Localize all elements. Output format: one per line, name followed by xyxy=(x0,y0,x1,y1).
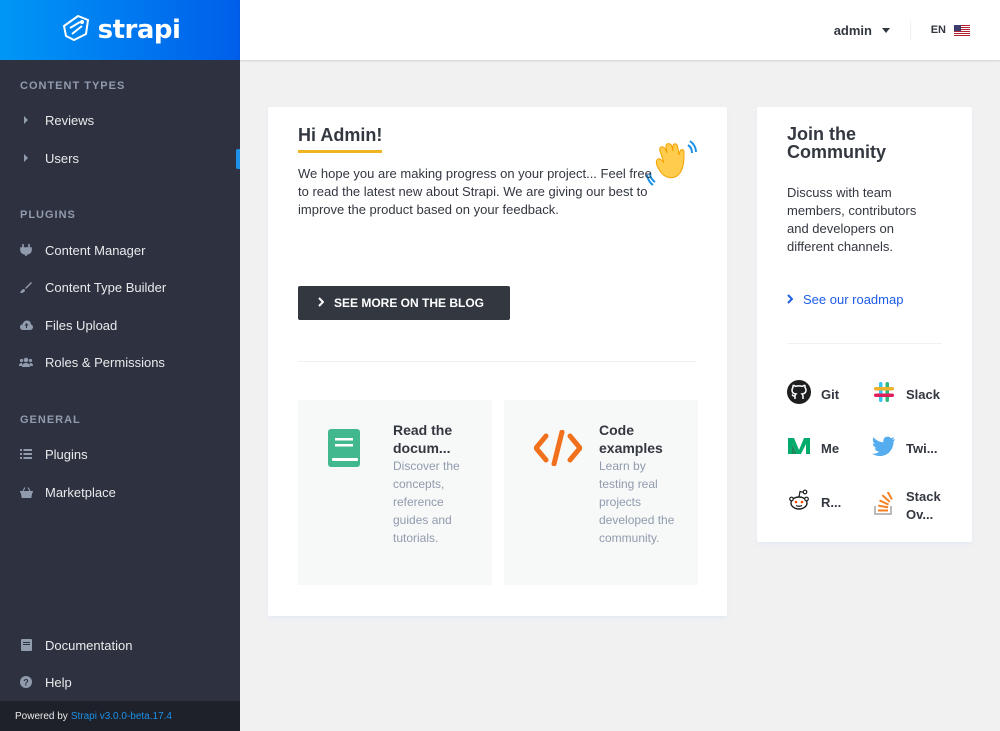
user-name: admin xyxy=(833,22,872,38)
reddit-label: R... xyxy=(821,494,842,510)
twitter-icon xyxy=(872,434,896,463)
cloud-upload-icon xyxy=(19,320,33,330)
language-code: EN xyxy=(930,24,946,36)
content-types-section-title: Content Types xyxy=(20,80,126,92)
code-examples-tile-description: Learn by testing real projects developed… xyxy=(599,459,675,545)
sidebar-item-marketplace[interactable]: Marketplace xyxy=(0,477,240,507)
sidebar-item-label: Reviews xyxy=(45,112,95,128)
welcome-card: Hi Admin! We hope you are making progres… xyxy=(268,107,727,616)
section-divider xyxy=(298,361,697,362)
community-title: Join the Community xyxy=(787,124,886,162)
version-link[interactable]: Strapi v3.0.0-beta.17.4 xyxy=(71,711,172,722)
blog-button-label: SEE MORE ON THE BLOG xyxy=(334,296,485,310)
brand-name: strapi xyxy=(97,15,181,45)
plug-icon xyxy=(19,244,33,256)
sidebar-item-help[interactable]: ? Help xyxy=(0,667,240,697)
sidebar-item-label: Help xyxy=(45,674,72,690)
user-menu-dropdown[interactable]: admin xyxy=(834,0,890,60)
docs-tile[interactable]: Read the docum... Discover the concepts,… xyxy=(298,400,492,585)
medium-label: Me xyxy=(821,440,840,456)
stackoverflow-link[interactable]: Stack Ov... xyxy=(872,488,946,524)
header-divider xyxy=(910,20,911,40)
sidebar-item-content-type-builder[interactable]: Content Type Builder xyxy=(0,272,240,302)
us-flag-icon xyxy=(954,24,970,36)
sidebar-item-documentation[interactable]: Documentation xyxy=(0,630,240,660)
slack-label: Slack xyxy=(906,386,940,402)
slack-link[interactable]: Slack xyxy=(872,380,940,409)
code-examples-tile-title: Code examples xyxy=(599,422,663,456)
sidebar-item-label: Content Manager xyxy=(45,242,146,258)
sidebar-item-label: Marketplace xyxy=(45,484,116,500)
plugins-section-title: Plugins xyxy=(20,209,76,221)
caret-down-icon xyxy=(882,27,890,33)
medium-link[interactable]: Me xyxy=(787,434,839,463)
users-icon xyxy=(19,357,33,367)
sidebar-item-reviews[interactable]: Reviews xyxy=(0,105,240,135)
reddit-icon xyxy=(787,488,811,517)
powered-by-footer: Powered by Strapi v3.0.0-beta.17.4 xyxy=(0,701,240,731)
question-circle-icon: ? xyxy=(19,676,33,688)
reddit-link[interactable]: R... xyxy=(787,488,841,517)
docs-tile-title: Read the docum... xyxy=(393,422,453,456)
book-icon xyxy=(19,639,33,651)
sidebar-item-label: Files Upload xyxy=(45,317,118,333)
sidebar-item-label: Documentation xyxy=(45,637,133,653)
caret-right-icon xyxy=(19,116,33,124)
roadmap-link[interactable]: See our roadmap xyxy=(787,292,903,307)
see-more-blog-button[interactable]: SEE MORE ON THE BLOG xyxy=(298,286,510,320)
svg-text:?: ? xyxy=(23,678,29,688)
twitter-link[interactable]: Twi... xyxy=(872,434,938,463)
stackoverflow-icon xyxy=(872,489,896,521)
code-icon xyxy=(532,429,584,471)
medium-icon xyxy=(787,434,811,463)
community-card: Join the Community Discuss with team mem… xyxy=(757,107,972,542)
list-icon xyxy=(19,449,33,459)
language-switcher[interactable]: EN xyxy=(931,0,970,60)
shopping-basket-icon xyxy=(19,486,33,498)
twitter-label: Twi... xyxy=(906,440,938,456)
sidebar-item-users[interactable]: Users xyxy=(0,143,240,173)
book-icon xyxy=(326,428,362,473)
top-header: admin EN xyxy=(240,0,1000,60)
sidebar-item-roles-permissions[interactable]: Roles & Permissions xyxy=(0,347,240,377)
sidebar-item-label: Roles & Permissions xyxy=(45,354,165,370)
caret-right-icon xyxy=(19,154,33,162)
general-section-title: General xyxy=(20,414,81,426)
sidebar-item-label: Plugins xyxy=(45,446,88,462)
paint-brush-icon xyxy=(19,281,33,293)
roadmap-label: See our roadmap xyxy=(803,292,904,307)
welcome-title: Hi Admin! xyxy=(298,125,383,153)
slack-icon xyxy=(872,380,896,409)
code-examples-tile[interactable]: Code examples Learn by testing real proj… xyxy=(504,400,698,585)
powered-by-text: Powered by xyxy=(15,710,68,722)
sidebar-item-label: Users xyxy=(45,150,79,166)
stackoverflow-label: Stack Ov... xyxy=(906,489,941,522)
sidebar-item-content-manager[interactable]: Content Manager xyxy=(0,235,240,265)
community-text: Discuss with team members, contributors … xyxy=(787,185,917,254)
sidebar-item-label: Content Type Builder xyxy=(45,279,167,295)
github-icon xyxy=(787,380,811,409)
brand-header[interactable]: strapi xyxy=(0,0,240,60)
docs-tile-description: Discover the concepts, reference guides … xyxy=(393,459,460,545)
chevron-right-icon xyxy=(318,296,325,310)
chevron-right-icon xyxy=(787,292,794,307)
community-divider xyxy=(787,343,942,344)
sidebar: strapi Content Types Reviews Users Plugi… xyxy=(0,0,240,731)
active-indicator xyxy=(236,149,240,169)
github-link[interactable]: Git xyxy=(787,380,839,409)
sidebar-item-files-upload[interactable]: Files Upload xyxy=(0,310,240,340)
welcome-text: We hope you are making progress on your … xyxy=(298,166,652,217)
github-label: Git xyxy=(821,386,840,402)
sidebar-item-plugins[interactable]: Plugins xyxy=(0,439,240,469)
strapi-logo-icon xyxy=(60,12,92,49)
